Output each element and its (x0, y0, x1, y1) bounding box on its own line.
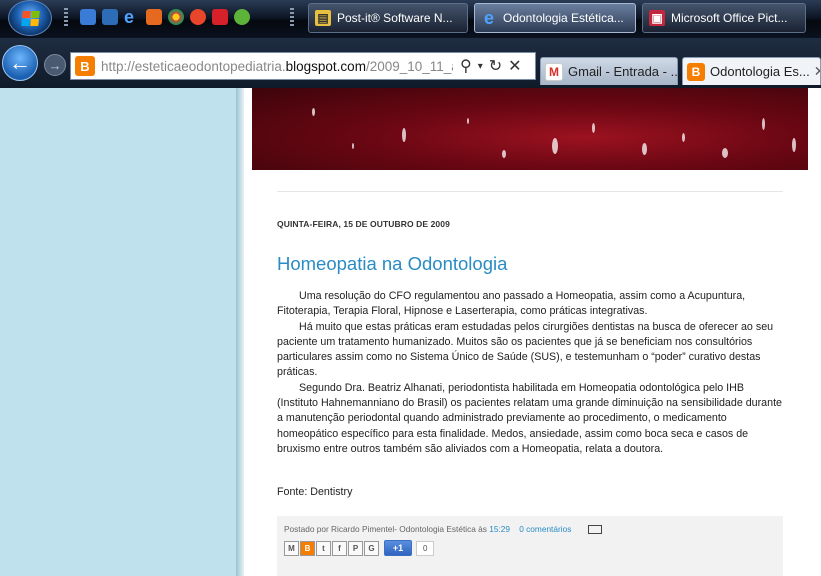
share-buzz-icon[interactable]: G (364, 540, 379, 556)
windows-logo-icon (20, 10, 40, 26)
email-post-icon[interactable] (587, 525, 602, 535)
taskbar: e ▤ Post-it® Software N... e Odontologia… (0, 0, 821, 38)
post-source: Fonte: Dentistry (277, 486, 353, 498)
post-footer: Postado por Ricardo Pimentel- Odontologi… (277, 516, 783, 576)
post-body: Uma resolução do CFO regulamentou ano pa… (277, 289, 783, 457)
tab-label: Gmail - Entrada - ... (568, 64, 678, 79)
browser-toolbar: ← → B http://esteticaeodontopediatria.bl… (0, 38, 821, 88)
task-label: Microsoft Office Pict... (671, 11, 788, 25)
task-postit[interactable]: ▤ Post-it® Software N... (308, 3, 468, 33)
tab-label: Odontologia Es... (710, 64, 810, 79)
divider (277, 191, 783, 192)
share-buttons: M B t f P G +1 0 (284, 540, 435, 556)
taskbar-grip (290, 8, 294, 28)
quicklaunch-grip (64, 8, 68, 28)
office-picture-icon: ▣ (649, 10, 665, 26)
post-title-link[interactable]: Homeopatia na Odontologia (277, 253, 507, 275)
tab-odontologia[interactable]: B Odontologia Es... ✕ (682, 57, 821, 85)
show-desktop-icon[interactable] (80, 9, 96, 25)
ie-icon: e (483, 7, 494, 28)
task-label: Post-it® Software N... (337, 11, 453, 25)
switch-windows-icon[interactable] (102, 9, 118, 25)
share-twitter-icon[interactable]: t (316, 540, 331, 556)
post-paragraph: Segundo Dra. Beatriz Alhanati, periodont… (277, 381, 782, 455)
blog-content: QUINTA-FEIRA, 15 DE OUTUBRO DE 2009 Home… (244, 88, 821, 576)
url-text[interactable]: http://esteticaeodontopediatria.blogspot… (101, 59, 453, 74)
page-viewport: QUINTA-FEIRA, 15 DE OUTUBRO DE 2009 Home… (0, 88, 821, 576)
task-odontologia[interactable]: e Odontologia Estética... (474, 3, 636, 33)
task-label: Odontologia Estética... (503, 11, 624, 25)
share-orkut-icon[interactable]: P (348, 540, 363, 556)
blog-header-image (252, 88, 808, 170)
plusone-count: 0 (416, 540, 435, 556)
media-player-icon[interactable] (146, 9, 162, 25)
start-button[interactable] (8, 0, 52, 36)
gift-icon[interactable] (212, 9, 228, 25)
blogger-icon: B (687, 62, 705, 81)
sidebar-shadow (236, 88, 244, 576)
share-facebook-icon[interactable]: f (332, 540, 347, 556)
blogger-favicon-icon: B (75, 56, 95, 76)
postit-icon: ▤ (315, 10, 331, 26)
post-date: QUINTA-FEIRA, 15 DE OUTUBRO DE 2009 (277, 219, 450, 229)
search-icon[interactable]: ⚲ (460, 56, 472, 76)
dropdown-icon[interactable]: ▾ (478, 61, 483, 72)
gmail-icon: M (545, 62, 563, 81)
stop-icon[interactable]: ✕ (508, 56, 521, 76)
post-meta: Postado por Ricardo Pimentel- Odontologi… (284, 524, 602, 535)
post-paragraph: Uma resolução do CFO regulamentou ano pa… (277, 290, 746, 318)
post-paragraph: Há muito que estas práticas eram estudad… (277, 320, 774, 379)
share-email-icon[interactable]: M (284, 540, 299, 556)
tab-gmail[interactable]: M Gmail - Entrada - ... (540, 57, 678, 85)
internet-explorer-icon[interactable]: e (124, 8, 140, 26)
google-plusone-button[interactable]: +1 (384, 540, 412, 556)
refresh-icon[interactable]: ↻ (489, 56, 502, 76)
address-bar[interactable]: B http://esteticaeodontopediatria.blogsp… (70, 52, 536, 80)
chrome-icon[interactable] (168, 9, 184, 25)
back-button[interactable]: ← (2, 45, 38, 81)
close-tab-icon[interactable]: ✕ (814, 63, 820, 80)
frog-icon[interactable] (234, 9, 250, 25)
post-time-link[interactable]: 15:29 (489, 524, 510, 534)
app-icon[interactable] (190, 9, 206, 25)
task-office-picture[interactable]: ▣ Microsoft Office Pict... (642, 3, 806, 33)
comments-link[interactable]: 0 comentários (519, 524, 571, 534)
forward-button[interactable]: → (44, 54, 66, 76)
share-blogger-icon[interactable]: B (300, 540, 315, 556)
